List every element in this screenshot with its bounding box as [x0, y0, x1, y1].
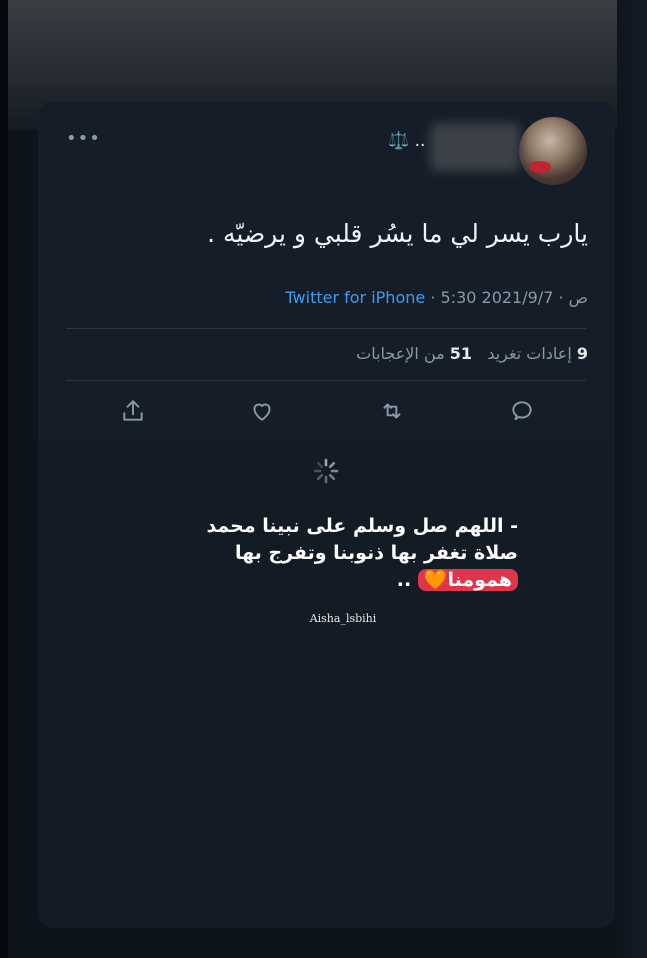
- likes-label[interactable]: من الإعجابات: [356, 344, 445, 363]
- retweets-count[interactable]: 9: [577, 344, 588, 363]
- quote-highlight: همومنا🧡: [417, 569, 518, 591]
- left-edge: [0, 0, 8, 958]
- tweet-stats: 9 إعادات تغريد 51 من الإعجابات: [138, 344, 588, 363]
- divider: [66, 380, 586, 381]
- retweets-label[interactable]: إعادات تغريد: [487, 344, 571, 363]
- quote-line-1: - اللهم صل وسلم على نبينا محمد: [206, 515, 518, 537]
- likes-count[interactable]: 51: [450, 344, 472, 363]
- meta-separator: ·: [558, 288, 564, 307]
- tweet-source[interactable]: Twitter for iPhone: [285, 288, 425, 307]
- heart-emoji-icon: 🧡: [423, 569, 448, 591]
- retweet-icon[interactable]: [377, 398, 407, 424]
- divider: [66, 328, 586, 329]
- tweet-card: ⚖️ .. ••• يارب يسر لي ما يسُر قلبي و يرض…: [38, 101, 615, 928]
- blurred-username: [430, 123, 520, 171]
- quote-author: Aisha_lsbihi: [309, 612, 377, 625]
- display-name-suffix: ⚖️ ..: [388, 131, 426, 151]
- quote-highlight-text: همومنا: [447, 569, 512, 591]
- quote-line-3: همومنا🧡 ..: [138, 567, 518, 594]
- tweet-date: 2021/9/7: [481, 288, 554, 307]
- heart-icon[interactable]: [247, 398, 277, 424]
- reply-icon[interactable]: [507, 398, 537, 424]
- share-icon[interactable]: [118, 398, 148, 424]
- meta-separator: ·: [430, 288, 436, 307]
- right-edge: [617, 0, 647, 958]
- quote-line-2: صلاة تغفر بها ذنوبنا وتفرج بها: [234, 542, 518, 564]
- loading-spinner-icon: [313, 458, 339, 484]
- tweet-meta: Twitter for iPhone · 5:30 ص · 2021/9/7: [148, 288, 588, 307]
- more-horizontal-icon[interactable]: •••: [66, 129, 100, 149]
- avatar[interactable]: [519, 117, 587, 185]
- overlay-quote: - اللهم صل وسلم على نبينا محمد صلاة تغفر…: [138, 513, 518, 594]
- quote-suffix: ..: [396, 569, 412, 591]
- tweet-text: يارب يسر لي ما يسُر قلبي و يرضيّه .: [207, 219, 588, 248]
